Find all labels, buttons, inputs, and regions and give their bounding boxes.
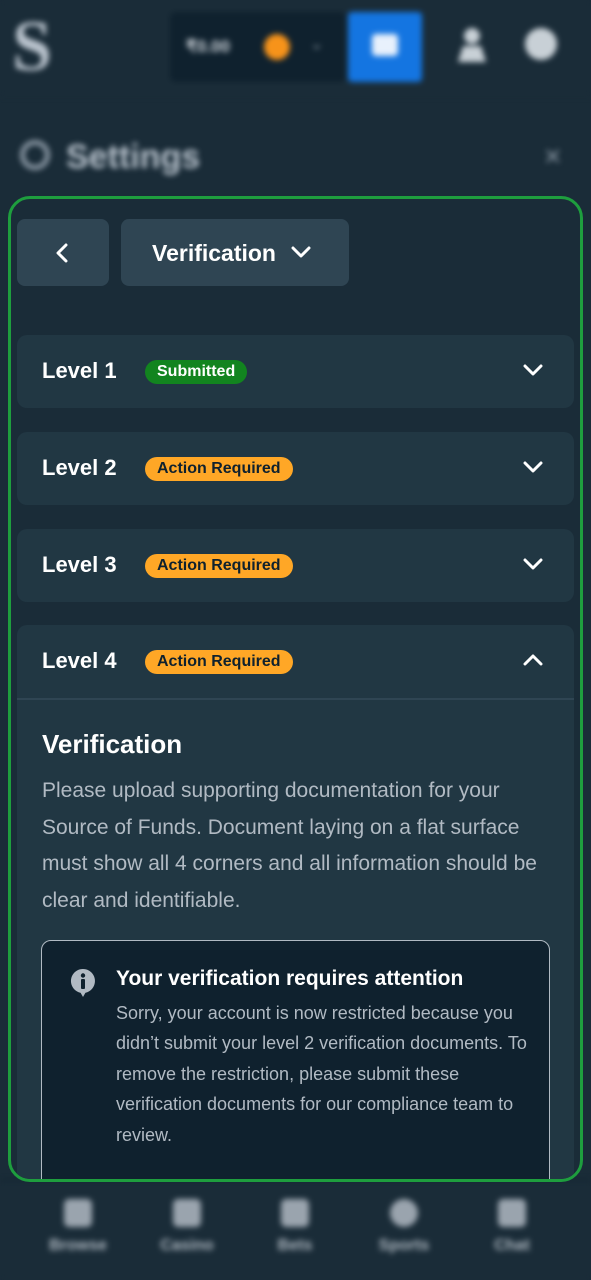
chevron-down-icon — [523, 364, 543, 376]
coin-icon — [264, 34, 290, 60]
nav-item-casino[interactable]: Casino — [132, 1181, 242, 1280]
level-4-header[interactable]: Level 4 Action Required — [17, 625, 574, 698]
settings-title: Settings — [66, 138, 201, 176]
chat-icon — [498, 1199, 526, 1227]
notifications-icon[interactable] — [525, 28, 557, 60]
dropdown-label: Verification — [152, 240, 276, 266]
level-2-accordion[interactable]: Level 2 Action Required — [17, 432, 574, 505]
attention-alert: Your verification requires attention Sor… — [41, 940, 550, 1179]
wallet-button[interactable] — [348, 12, 422, 82]
user-icon[interactable] — [457, 26, 487, 62]
status-badge: Action Required — [145, 457, 293, 481]
settings-header: Settings × — [0, 118, 591, 198]
verification-modal: Verification Level 1 Submitted Level 2 A… — [8, 196, 583, 1182]
settings-icon — [20, 140, 50, 170]
chevron-down-icon — [523, 461, 543, 473]
section-title: Verification — [42, 729, 183, 759]
nav-item-sports[interactable]: Sports — [349, 1181, 459, 1280]
alert-body: Sorry, your account is now restricted be… — [116, 1003, 527, 1145]
nav-label: Bets — [277, 1237, 313, 1254]
nav-label: Browse — [49, 1237, 107, 1254]
level-label: Level 2 — [42, 455, 117, 480]
alert-title: Your verification requires attention — [116, 967, 464, 990]
level-4-accordion: Level 4 Action Required Verification Ple… — [17, 625, 574, 1179]
level-1-accordion[interactable]: Level 1 Submitted — [17, 335, 574, 408]
level-label: Level 1 — [42, 358, 117, 383]
close-icon[interactable]: × — [544, 140, 562, 174]
status-badge: Action Required — [145, 554, 293, 578]
nav-label: Sports — [378, 1237, 430, 1254]
section-description: Please upload supporting documentation f… — [42, 779, 537, 912]
wallet-selector[interactable]: ₹0.00 ⌄ — [170, 12, 346, 82]
top-bar: S ₹0.00 ⌄ — [0, 0, 591, 96]
nav-item-chat[interactable]: Chat — [457, 1181, 567, 1280]
wallet-amount: ₹0.00 — [186, 37, 230, 56]
nav-item-browse[interactable]: Browse — [23, 1181, 133, 1280]
browse-icon — [64, 1199, 92, 1227]
modal-content: Verification Level 1 Submitted Level 2 A… — [11, 199, 580, 1179]
chevron-down-icon — [291, 246, 311, 258]
level-label: Level 3 — [42, 552, 117, 577]
sports-icon — [390, 1199, 418, 1227]
divider — [17, 698, 574, 700]
info-icon — [70, 969, 95, 997]
status-badge: Submitted — [145, 360, 248, 384]
bets-icon — [281, 1199, 309, 1227]
level-3-accordion[interactable]: Level 3 Action Required — [17, 529, 574, 602]
nav-label: Chat — [494, 1237, 530, 1254]
back-button[interactable] — [17, 219, 109, 286]
level-label: Level 4 — [42, 648, 117, 673]
casino-icon — [173, 1199, 201, 1227]
nav-item-bets[interactable]: Bets — [240, 1181, 350, 1280]
nav-label: Casino — [160, 1237, 214, 1254]
chevron-up-icon — [523, 654, 543, 666]
chevron-down-icon — [523, 558, 543, 570]
wallet-icon — [372, 34, 398, 56]
status-badge: Action Required — [145, 650, 293, 674]
chevron-left-icon — [56, 243, 68, 263]
bottom-nav: Browse Casino Bets Sports Chat — [0, 1180, 591, 1280]
site-logo: S — [12, 6, 53, 86]
chevron-down-icon: ⌄ — [310, 36, 324, 53]
verification-dropdown[interactable]: Verification — [121, 219, 349, 286]
